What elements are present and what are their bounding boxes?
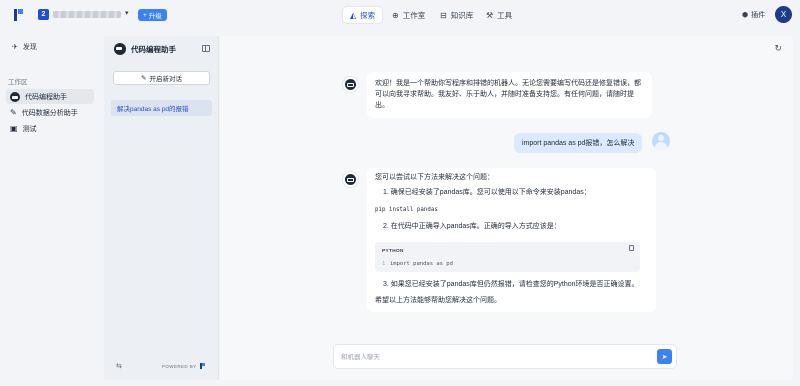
user-avatar-icon <box>652 132 670 150</box>
bot-face-icon <box>345 174 356 185</box>
new-chat-label: 开启新对话 <box>149 76 182 83</box>
upgrade-button[interactable]: + 升级 <box>138 9 167 21</box>
bot-icon <box>114 43 126 55</box>
powered-by: POWERED BY <box>162 363 205 369</box>
sidebar-item-discover[interactable]: ✈ 发现 <box>12 42 37 52</box>
line-number: 1 <box>382 261 386 267</box>
sidebar: ✈ 发现 工作区 代码编程助手 ✎ 代码数据分析助手 ▣ 测试 <box>0 30 103 386</box>
sidebar-item-test[interactable]: ▣ 测试 <box>6 121 94 136</box>
app-logo[interactable] <box>14 9 24 21</box>
chat-input[interactable] <box>341 350 641 364</box>
tools-icon: ⚒ <box>486 10 494 20</box>
code-language: PYTHON <box>382 249 404 254</box>
new-chat-button[interactable]: ✎ 开启新对话 <box>113 71 210 85</box>
sidebar-section-title: 工作区 <box>8 79 28 86</box>
tab-knowledge[interactable]: ⊟ 知识库 <box>433 7 480 23</box>
send-icon: ➤ <box>661 353 668 361</box>
chat-area: ↻ 欢迎！我是一个帮助你写程序和排错的机器人。无论您需要编写代码还是修复错误，都… <box>220 36 793 380</box>
assistant-message: 您可以尝试以下方法来解决这个问题： 1. 确保已经安装了pandas库。您可以使… <box>367 168 656 312</box>
bot-avatar <box>342 76 359 93</box>
tab-label: 知识库 <box>450 10 474 20</box>
workspace-badge[interactable]: 2 <box>38 9 49 20</box>
brand-logo-icon <box>199 363 205 369</box>
workspace-name[interactable] <box>53 11 121 18</box>
sidebar-item-label: 代码编程助手 <box>25 93 67 101</box>
pencil-icon: ✎ <box>10 108 17 117</box>
bot-icon <box>10 91 20 102</box>
code-line: import pandas as pd <box>390 261 453 267</box>
plus-icon: + <box>143 11 147 19</box>
upgrade-label: 升级 <box>148 13 162 20</box>
tab-explore[interactable]: ◭ 探索 <box>343 7 383 23</box>
copy-icon[interactable] <box>629 245 634 251</box>
bot-avatar <box>342 171 359 188</box>
explore-icon: ◭ <box>350 10 357 20</box>
sidebar-item-label: 测试 <box>22 125 37 133</box>
top-bar: 2 ▾ + 升级 ◭ 探索 ⊕ 工作室 ⊟ 知识库 ⚒ 工具 ⬢ 插件 X <box>0 0 800 30</box>
send-button[interactable]: ➤ <box>657 349 672 364</box>
user-message: import pandas as pd报错，怎么解决 <box>514 133 642 153</box>
panel-header: 代码编程助手 <box>114 43 176 55</box>
powered-by-label: POWERED BY <box>162 363 197 369</box>
telescope-icon: ✈ <box>12 44 18 51</box>
sidebar-toggle-icon[interactable] <box>202 45 210 52</box>
plugin-button[interactable]: ⬢ 插件 <box>742 10 765 20</box>
plugin-icon: ⬢ <box>742 12 749 19</box>
tab-label: 探索 <box>360 10 376 20</box>
bolt-icon: ▣ <box>10 124 18 133</box>
refresh-icon[interactable]: ↻ <box>774 43 782 54</box>
panel-title: 代码编程助手 <box>131 44 176 54</box>
collapse-icon[interactable]: ⇆ <box>116 362 122 370</box>
tab-label: 工作室 <box>402 10 426 20</box>
user-avatar[interactable]: X <box>775 6 792 23</box>
conversation-panel: 代码编程助手 ✎ 开启新对话 解决pandas as pd的报错 ⇆ POWER… <box>104 36 219 380</box>
plugin-label: 插件 <box>751 12 766 19</box>
code-block: PYTHON 1 import pandas as pd <box>375 242 640 272</box>
bot-face-icon <box>345 79 356 90</box>
edit-icon: ✎ <box>141 75 147 82</box>
tab-studio[interactable]: ⊕ 工作室 <box>385 7 432 23</box>
message-paragraph: 希望以上方法能够帮助您解决这个问题。 <box>375 297 501 304</box>
message-paragraph: 您可以尝试以下方法来解决这个问题： <box>375 174 494 181</box>
conversation-item[interactable]: 解决pandas as pd的报错 <box>111 100 212 116</box>
sidebar-item-label: 代码数据分析助手 <box>21 109 78 117</box>
sidebar-item-data-analysis[interactable]: ✎ 代码数据分析助手 <box>6 105 94 120</box>
sidebar-item-code-assistant[interactable]: 代码编程助手 <box>6 89 94 104</box>
message-step: 1. 确保已经安装了pandas库。您可以使用以下命令来安装pandas： <box>383 189 591 196</box>
message-step: 3. 如果您已经安装了pandas库但仍然报错，请检查您的Python环境是否正… <box>383 281 639 288</box>
message-step: 2. 在代码中正确导入pandas库。正确的导入方式应该是： <box>383 223 561 230</box>
studio-icon: ⊕ <box>392 10 399 20</box>
chevron-down-icon[interactable]: ▾ <box>125 9 129 17</box>
sidebar-item-label: 发现 <box>22 44 37 51</box>
inline-command: pip install pandas <box>375 207 438 213</box>
assistant-message: 欢迎！我是一个帮助你写程序和排错的机器人。无论您需要编写代码还是修复错误，都可以… <box>367 72 652 118</box>
knowledge-icon: ⊟ <box>440 10 447 20</box>
tab-tools[interactable]: ⚒ 工具 <box>479 7 519 23</box>
chat-input-box: ➤ <box>333 344 677 369</box>
tab-label: 工具 <box>497 10 513 20</box>
